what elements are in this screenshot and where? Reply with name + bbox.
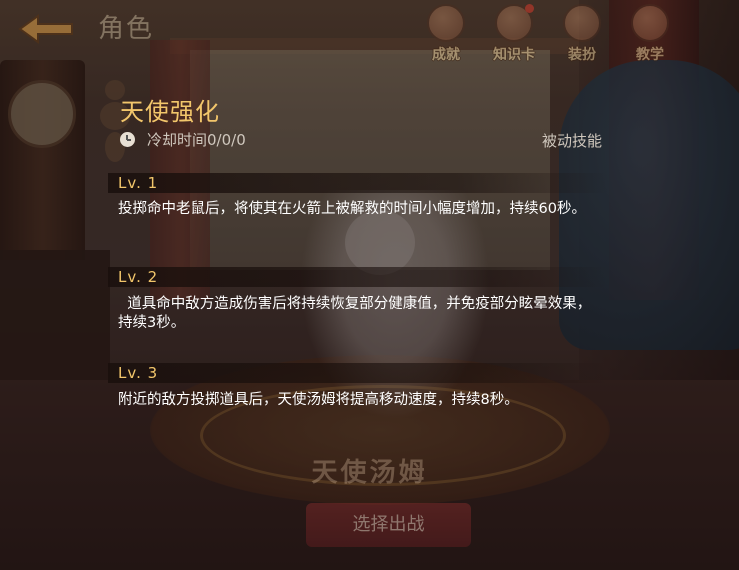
skill-name: 天使强化 [120,98,220,126]
level-label: Lv. 3 [118,364,159,382]
back-arrow-icon[interactable] [18,14,74,44]
achievement-button[interactable]: 成就 [418,4,474,63]
skill-type: 被动技能 [541,132,602,150]
level-description: 投掷命中老鼠后，将使其在火箭上被解救的时间小幅度增加，持续60秒。 [118,201,586,217]
skill-detail-panel: 天使强化 冷却时间0/0/0 被动技能 Lv. 1 投掷命中老鼠后，将使其在火箭… [108,86,618,436]
tutorial-button[interactable]: 教学 [622,4,678,63]
trophy-icon [427,4,465,42]
tutorial-label: 教学 [636,47,664,63]
knowledge-card-label: 知识卡 [493,47,535,63]
level-header: Lv. 2 [108,267,608,287]
level-header: Lv. 1 [108,173,608,193]
level-label: Lv. 2 [118,268,159,286]
outfit-icon [563,4,601,42]
knowledge-card-button[interactable]: 知识卡 [486,4,542,63]
page-title: 角色 [98,14,155,44]
level-header: Lv. 3 [108,363,608,383]
book-icon [631,4,669,42]
cooldown-text: 冷却时间0/0/0 [147,130,246,149]
outfit-label: 装扮 [568,47,596,63]
achievement-label: 成就 [432,47,460,63]
select-character-button[interactable]: 选择出战 [306,503,471,547]
cooldown-row: 冷却时间0/0/0 [120,129,246,149]
notification-dot [525,4,534,13]
level-description: 道具命中敌方造成伤害后将持续恢复部分健康值，并免疫部分眩晕效果，持续3秒。 [118,296,592,331]
level-description: 附近的敌方投掷道具后，天使汤姆将提高移动速度，持续8秒。 [118,392,519,408]
top-bar: 角色 成就 知识卡 装扮 教学 [0,0,739,63]
clock-icon [120,131,135,147]
level-label: Lv. 1 [118,174,159,192]
outfit-button[interactable]: 装扮 [554,4,610,63]
character-name: 天使汤姆 [311,458,428,488]
card-icon [495,4,534,42]
